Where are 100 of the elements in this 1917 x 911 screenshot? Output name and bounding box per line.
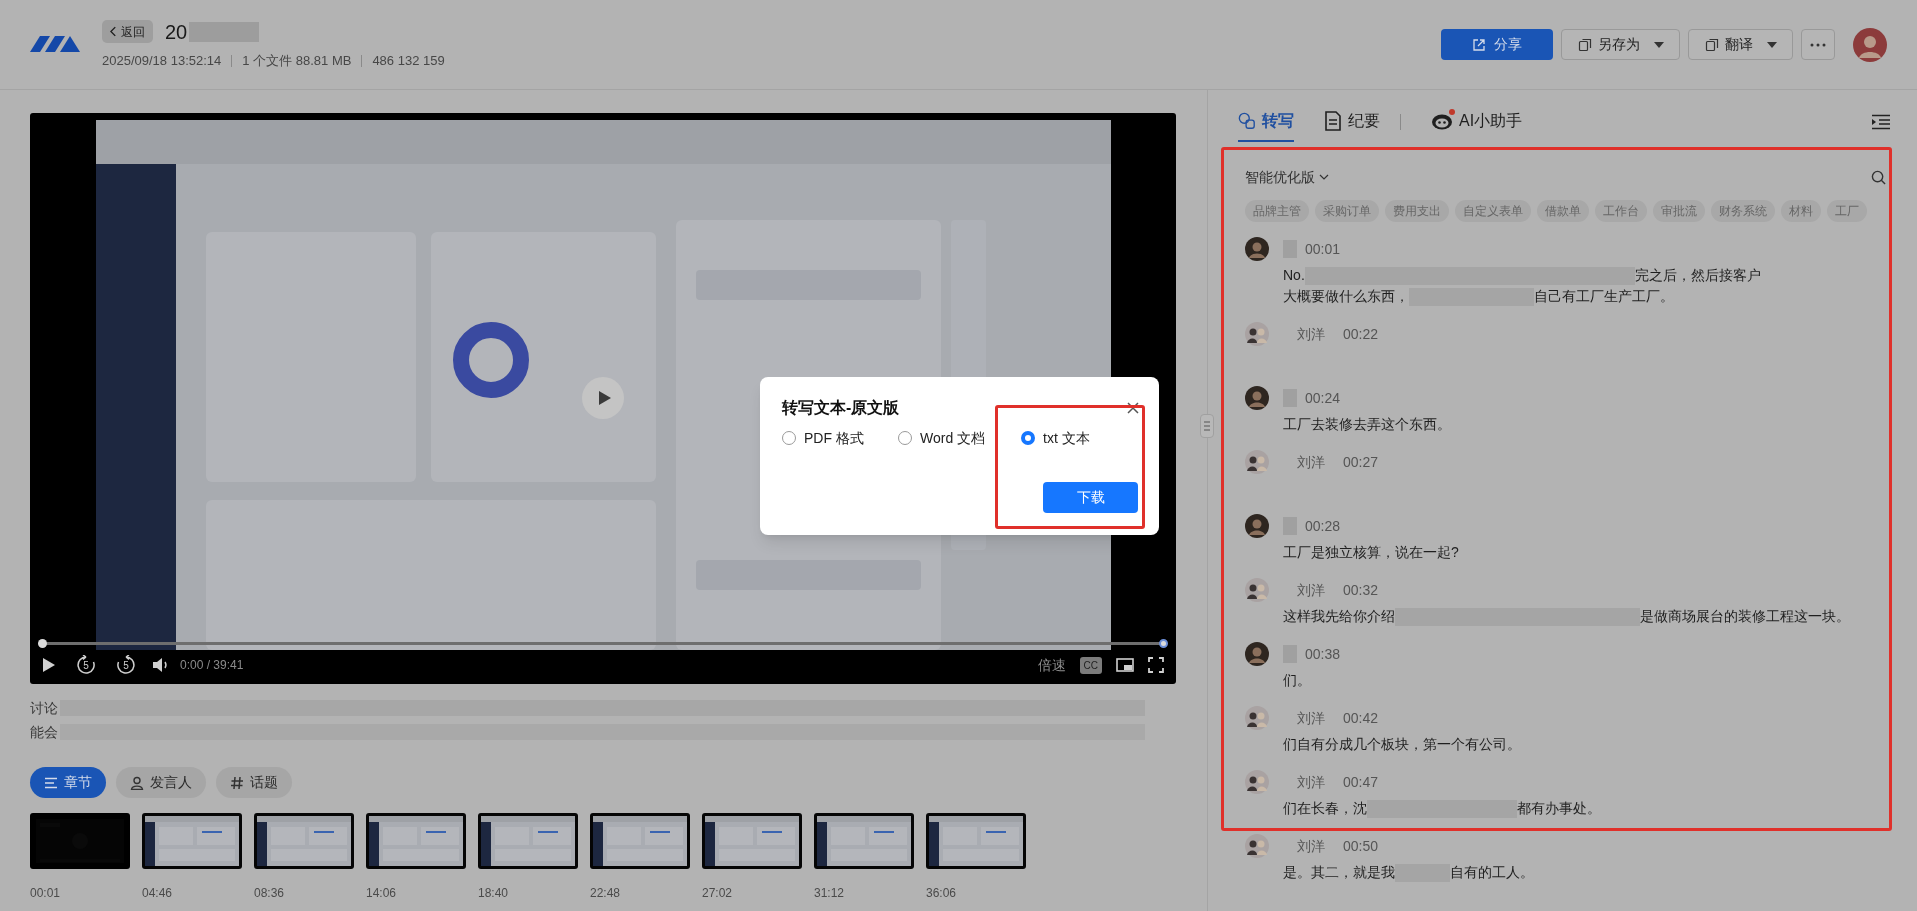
speaker-name: 刘洋 bbox=[1297, 772, 1325, 792]
chapter-time[interactable]: 08:36 bbox=[254, 884, 366, 902]
keyword-chip[interactable]: 工作台 bbox=[1595, 200, 1647, 222]
progress-thumb[interactable] bbox=[38, 639, 47, 648]
caret-icon bbox=[1766, 41, 1777, 48]
speed-button[interactable]: 倍速 bbox=[1037, 654, 1066, 676]
file-title: 20 bbox=[165, 19, 188, 45]
format-option[interactable]: PDF 格式 bbox=[782, 427, 898, 449]
speaker-name: 刘洋 bbox=[1297, 452, 1325, 472]
speaker-avatar bbox=[1245, 706, 1269, 730]
speaker-avatar bbox=[1245, 450, 1269, 474]
transcript-text: 们。 bbox=[1283, 671, 1311, 690]
user-avatar[interactable] bbox=[1853, 27, 1887, 62]
timestamp[interactable]: 00:01 bbox=[1305, 238, 1341, 260]
speaker-avatar bbox=[1245, 834, 1269, 858]
person-icon bbox=[130, 775, 144, 790]
chapter-time[interactable]: 27:02 bbox=[702, 884, 814, 902]
radio-button[interactable] bbox=[1021, 431, 1035, 445]
back-button[interactable]: 返回 bbox=[102, 20, 153, 44]
timestamp[interactable]: 00:22 bbox=[1343, 323, 1379, 345]
file-size: 486 132 159 bbox=[372, 51, 445, 70]
keyword-chip[interactable]: 费用支出 bbox=[1385, 200, 1449, 222]
transcript-text: 自有的工人。 bbox=[1450, 863, 1534, 882]
search-icon[interactable] bbox=[1871, 169, 1886, 185]
radio-button[interactable] bbox=[898, 431, 912, 445]
chapter-time[interactable]: 36:06 bbox=[926, 884, 1038, 902]
chapter-time[interactable]: 14:06 bbox=[366, 884, 478, 902]
timestamp[interactable]: 00:27 bbox=[1343, 451, 1379, 473]
close-icon[interactable] bbox=[1127, 402, 1139, 414]
hash-icon bbox=[230, 775, 244, 790]
format-option[interactable]: Word 文档 bbox=[898, 427, 1021, 449]
view-tab[interactable]: 话题 bbox=[216, 767, 292, 798]
keyword-chip[interactable]: 自定义表单 bbox=[1455, 200, 1531, 222]
panel-tab[interactable]: 转写 bbox=[1238, 102, 1294, 142]
keyword-chip[interactable]: 采购订单 bbox=[1315, 200, 1379, 222]
grip-icon bbox=[1204, 421, 1210, 431]
keyword-chip[interactable]: 借款单 bbox=[1537, 200, 1589, 222]
transcript-text: 是。其二，就是我 bbox=[1283, 863, 1395, 882]
chapter-time[interactable]: 04:46 bbox=[142, 884, 254, 902]
keyword-chip[interactable]: 材料 bbox=[1781, 200, 1821, 222]
transcript-text: 这样我先给你介绍 bbox=[1283, 607, 1395, 626]
speaker-name: 刘洋 bbox=[1297, 580, 1325, 600]
rewind-button[interactable]: 5 bbox=[76, 655, 96, 675]
splitter-handle[interactable] bbox=[1200, 414, 1214, 438]
chevron-left-icon bbox=[110, 26, 117, 38]
forward-button[interactable]: 5 bbox=[116, 655, 136, 675]
transcript-text: 都有办事处。 bbox=[1517, 799, 1601, 818]
timestamp[interactable]: 00:42 bbox=[1343, 707, 1379, 729]
download-button[interactable]: 下载 bbox=[1043, 482, 1138, 513]
speaker-avatar bbox=[1245, 237, 1269, 261]
picture-in-picture-icon[interactable] bbox=[1116, 658, 1134, 672]
dialog-title: 转写文本-原文版 bbox=[782, 398, 900, 418]
summary-text: 讨论 bbox=[30, 699, 58, 718]
progress-end-marker bbox=[1159, 639, 1168, 648]
speaker-avatar bbox=[1245, 770, 1269, 794]
keyword-chip[interactable]: 工厂 bbox=[1827, 200, 1867, 222]
chapter-time[interactable]: 22:48 bbox=[590, 884, 702, 902]
speaker-avatar bbox=[1245, 322, 1269, 346]
transcript-text: 完之后，然后接客户 bbox=[1634, 266, 1761, 285]
volume-icon[interactable] bbox=[152, 657, 170, 673]
robot-icon bbox=[1431, 112, 1453, 130]
chapter-time[interactable]: 00:01 bbox=[30, 884, 142, 902]
file-count: 1 个文件 88.81 MB bbox=[242, 51, 352, 70]
speaker-avatar bbox=[1245, 514, 1269, 538]
chapter-time[interactable]: 18:40 bbox=[478, 884, 590, 902]
caret-icon bbox=[1653, 41, 1664, 48]
transcript-text: 们自有分成几个板块，第一个有公司。 bbox=[1283, 735, 1521, 754]
transcript-text: 工厂是独立核算，说在一起? bbox=[1283, 543, 1459, 562]
timestamp[interactable]: 00:24 bbox=[1305, 387, 1341, 409]
transcript-text: 是做商场展台的装修工程这一块。 bbox=[1640, 607, 1850, 626]
timestamp[interactable]: 00:32 bbox=[1343, 579, 1379, 601]
speaker-avatar bbox=[1245, 386, 1269, 410]
keyword-chip[interactable]: 审批流 bbox=[1653, 200, 1705, 222]
panel-tab[interactable]: 纪要 bbox=[1324, 102, 1380, 142]
view-tab[interactable]: 发言人 bbox=[116, 767, 206, 798]
speaker-avatar bbox=[1245, 578, 1269, 602]
transcript-text: 们在长春，沈 bbox=[1283, 799, 1367, 818]
version-dropdown[interactable]: 智能优化版 bbox=[1245, 166, 1329, 188]
play-icon[interactable] bbox=[42, 657, 56, 673]
transcript-text: 自己有工厂生产工厂。 bbox=[1534, 287, 1674, 306]
document-icon bbox=[1324, 111, 1342, 131]
radio-button[interactable] bbox=[782, 431, 796, 445]
transcript-text: 工厂去装修去弄这个东西。 bbox=[1283, 415, 1451, 434]
fullscreen-icon[interactable] bbox=[1148, 657, 1164, 673]
timestamp[interactable]: 00:47 bbox=[1343, 771, 1379, 793]
panel-tab[interactable]: AI小助手 bbox=[1431, 102, 1523, 142]
share-button[interactable]: 分享 bbox=[1441, 29, 1553, 60]
save-as-button[interactable]: 另存为 bbox=[1561, 29, 1680, 60]
view-tab[interactable]: 章节 bbox=[30, 767, 106, 798]
keyword-chip[interactable]: 财务系统 bbox=[1711, 200, 1775, 222]
timestamp[interactable]: 00:38 bbox=[1305, 643, 1341, 665]
file-date: 2025/09/18 13:52:14 bbox=[102, 51, 222, 70]
timestamp[interactable]: 00:50 bbox=[1343, 835, 1379, 857]
chapter-time[interactable]: 31:12 bbox=[814, 884, 926, 902]
format-option[interactable]: txt 文本 bbox=[1021, 427, 1090, 449]
chevron-down-icon bbox=[1319, 174, 1329, 180]
translate-button[interactable]: 翻译 bbox=[1688, 29, 1793, 60]
timestamp[interactable]: 00:28 bbox=[1305, 515, 1341, 537]
collapse-panel-icon[interactable] bbox=[1871, 114, 1891, 130]
captions-button[interactable]: CC bbox=[1079, 656, 1102, 674]
